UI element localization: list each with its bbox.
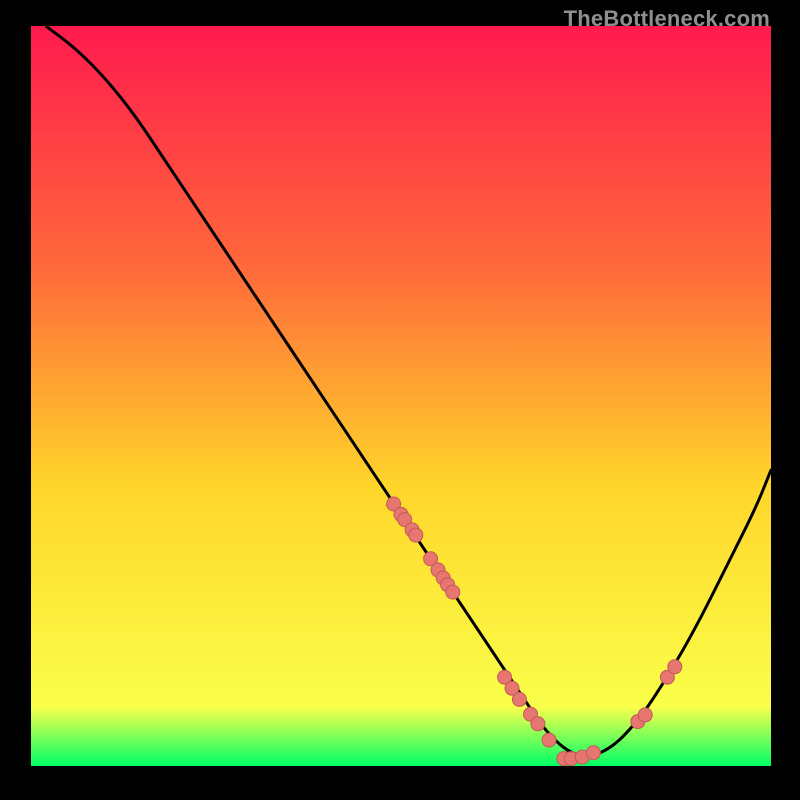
- marker-dot: [446, 585, 460, 599]
- plot-area: [31, 26, 771, 766]
- marker-dot: [668, 660, 682, 674]
- marker-dot: [531, 717, 545, 731]
- chart-stage: TheBottleneck.com: [0, 0, 800, 800]
- marker-dot: [586, 746, 600, 760]
- chart-svg: [31, 26, 771, 766]
- marker-dot: [638, 708, 652, 722]
- gradient-background: [31, 26, 771, 766]
- marker-dot: [409, 528, 423, 542]
- marker-dot: [512, 692, 526, 706]
- marker-dot: [542, 733, 556, 747]
